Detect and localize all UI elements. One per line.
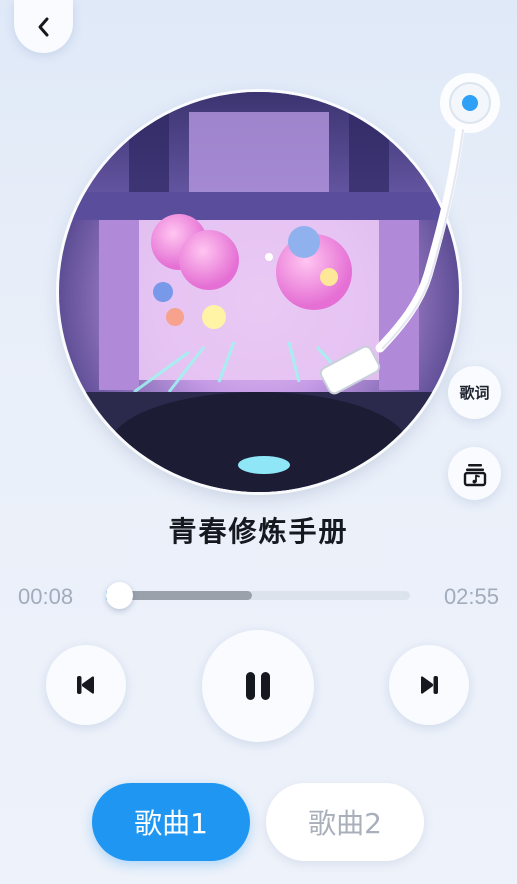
back-button[interactable]	[14, 0, 73, 53]
pause-icon	[246, 672, 270, 700]
total-time: 02:55	[443, 584, 499, 609]
progress-thumb[interactable]	[106, 582, 133, 609]
song-title: 青春修炼手册	[168, 515, 349, 548]
lyrics-button[interactable]: 歌词	[448, 366, 501, 419]
next-button[interactable]	[389, 645, 469, 725]
skip-previous-icon	[77, 676, 94, 694]
tab-song1[interactable]: 歌曲1	[92, 783, 250, 861]
album-disc	[59, 92, 459, 492]
playlist-button[interactable]	[448, 447, 501, 500]
previous-button[interactable]	[46, 645, 126, 725]
chevron-left-icon	[38, 17, 48, 36]
play-pause-button[interactable]	[202, 630, 314, 742]
progress-track[interactable]	[106, 591, 410, 600]
concert-stage-album-art	[59, 92, 459, 492]
lyrics-label: 歌词	[459, 384, 490, 402]
music-playlist-icon	[463, 463, 486, 486]
tab-song2[interactable]: 歌曲2	[266, 783, 424, 861]
skip-next-icon	[421, 676, 438, 694]
current-time: 00:08	[18, 584, 74, 609]
